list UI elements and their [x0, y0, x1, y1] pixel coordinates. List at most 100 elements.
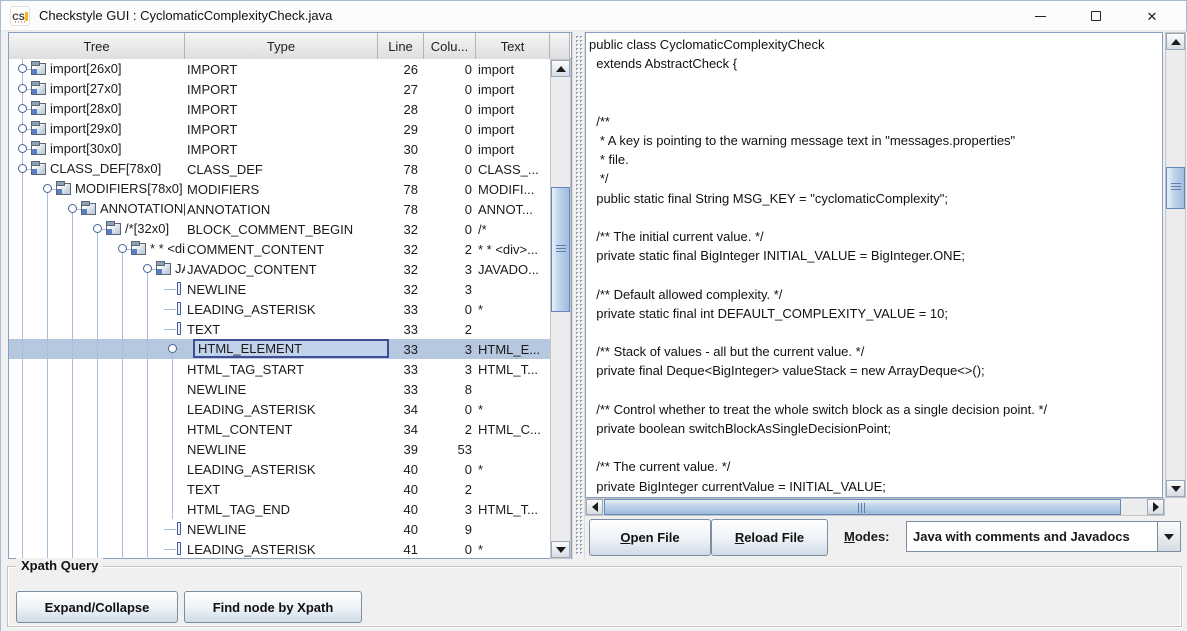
header-cell-tree[interactable]: Tree: [9, 33, 185, 59]
collapse-toggle-icon[interactable]: [18, 164, 27, 173]
header-cell-text[interactable]: Text: [476, 33, 550, 59]
table-row[interactable]: import[26x0]IMPORT260import: [9, 59, 550, 79]
expand-toggle-icon[interactable]: [18, 124, 27, 133]
table-row[interactable]: ANNOTATION[78x0]ANNOTATION780ANNOT...: [9, 199, 550, 219]
header-cell-type[interactable]: Type: [185, 33, 378, 59]
collapse-toggle-icon[interactable]: [93, 224, 102, 233]
code-scrollbar-vertical[interactable]: [1165, 32, 1186, 498]
table-row[interactable]: import[29x0]IMPORT290import: [9, 119, 550, 139]
table-row[interactable]: import[27x0]IMPORT270import: [9, 79, 550, 99]
table-row[interactable]: NEWLINE323: [9, 279, 550, 299]
table-row[interactable]: MODIFIERS[78x0]MODIFIERS780MODIFI...: [9, 179, 550, 199]
tree-guide-line: [122, 539, 123, 559]
line-cell: 33: [378, 379, 424, 399]
tree-guide-line: [97, 359, 98, 379]
table-row[interactable]: CLASS_DEF[78x0]CLASS_DEF780CLASS_...: [9, 159, 550, 179]
table-row[interactable]: TEXT402: [9, 479, 550, 499]
tree-cell: [9, 459, 185, 479]
tree-scrollbar-vertical[interactable]: [550, 59, 571, 559]
collapse-toggle-icon[interactable]: [168, 344, 177, 353]
tree-guide-line: [172, 439, 173, 459]
header-cell-line[interactable]: Line: [378, 33, 424, 59]
table-row[interactable]: NEWLINE338: [9, 379, 550, 399]
tree-scroll-down-button[interactable]: [551, 541, 570, 558]
tree-guide-line: [72, 299, 73, 319]
tree-scroll-thumb[interactable]: [551, 187, 570, 312]
tree-cell: CLASS_DEF[78x0]: [9, 159, 185, 179]
table-row[interactable]: HTML_CONTENT342HTML_C...: [9, 419, 550, 439]
tree-guide-line: [147, 499, 148, 519]
code-scroll-hthumb[interactable]: [604, 499, 1121, 515]
tree-guide-line: [147, 479, 148, 499]
find-node-button[interactable]: Find node by Xpath: [184, 591, 362, 623]
table-row[interactable]: LEADING_ASTERISK410*: [9, 539, 550, 559]
tree-scroll-up-button[interactable]: [551, 60, 570, 77]
type-cell: NEWLINE: [185, 279, 378, 299]
thumb-grip: [556, 245, 566, 254]
tree-guide-line: [72, 279, 73, 299]
type-cell: MODIFIERS: [185, 179, 378, 199]
table-row[interactable]: NEWLINE3953: [9, 439, 550, 459]
header-cell-colu[interactable]: Colu...: [424, 33, 476, 59]
tree-cell: [9, 339, 185, 359]
maximize-button[interactable]: [1074, 1, 1118, 31]
type-cell: HTML_CONTENT: [185, 419, 378, 439]
table-row[interactable]: TEXT332: [9, 319, 550, 339]
line-cell: 30: [378, 139, 424, 159]
code-scroll-left-button[interactable]: [586, 499, 603, 515]
collapse-toggle-icon[interactable]: [118, 244, 127, 253]
table-row[interactable]: * * <div>...COMMENT_CONTENT322* * <div>.…: [9, 239, 550, 259]
tree-guide-line: [122, 339, 123, 359]
tree-cell: [9, 359, 185, 379]
type-cell: BLOCK_COMMENT_BEGIN: [185, 219, 378, 239]
tree-guide-line: [122, 419, 123, 439]
tree-cell: [9, 479, 185, 499]
tree-guide-line: [72, 479, 73, 499]
table-row[interactable]: HTML_ELEMENT333HTML_E...: [9, 339, 550, 359]
code-scroll-right-button[interactable]: [1147, 499, 1164, 515]
split-divider[interactable]: [572, 32, 585, 559]
text-cell: import: [476, 119, 550, 139]
collapse-toggle-icon[interactable]: [43, 184, 52, 193]
reload-file-button[interactable]: Reload File: [711, 519, 828, 556]
table-row[interactable]: /*[32x0]BLOCK_COMMENT_BEGIN320/*: [9, 219, 550, 239]
expand-toggle-icon[interactable]: [18, 144, 27, 153]
table-row[interactable]: LEADING_ASTERISK330*: [9, 299, 550, 319]
table-row[interactable]: import[28x0]IMPORT280import: [9, 99, 550, 119]
code-view[interactable]: public class CyclomaticComplexityCheck e…: [585, 32, 1163, 498]
minimize-button[interactable]: [1018, 1, 1062, 31]
table-row[interactable]: JAVADOC_CONTENT[32x3]JAVADOC_CONTENT323J…: [9, 259, 550, 279]
table-row[interactable]: import[30x0]IMPORT300import: [9, 139, 550, 159]
code-scroll-up-button[interactable]: [1166, 33, 1185, 50]
code-scroll-down-button[interactable]: [1166, 480, 1185, 497]
line-cell: 34: [378, 399, 424, 419]
table-row[interactable]: LEADING_ASTERISK400*: [9, 459, 550, 479]
code-scrollbar-horizontal[interactable]: [585, 498, 1165, 516]
thumb-grip: [858, 503, 867, 513]
combo-arrow-button[interactable]: [1157, 522, 1180, 551]
line-cell: 40: [378, 499, 424, 519]
table-row[interactable]: NEWLINE409: [9, 519, 550, 539]
table-row[interactable]: HTML_TAG_END403HTML_T...: [9, 499, 550, 519]
titlebar[interactable]: CS Checkstyle GUI : CyclomaticComplexity…: [1, 1, 1186, 31]
modes-selected-value: Java with comments and Javadocs: [907, 522, 1157, 551]
open-file-button[interactable]: Open File: [589, 519, 711, 556]
collapse-toggle-icon[interactable]: [143, 264, 152, 273]
selection-focus-box[interactable]: HTML_ELEMENT: [193, 339, 389, 358]
tree-guide-line: [72, 419, 73, 439]
table-row[interactable]: LEADING_ASTERISK340*: [9, 399, 550, 419]
xpath-panel: Xpath Query Expand/Collapse Find node by…: [1, 559, 1187, 631]
expand-collapse-button[interactable]: Expand/Collapse: [16, 591, 178, 623]
type-cell: HTML_TAG_END: [185, 499, 378, 519]
xpath-query-group: Xpath Query Expand/Collapse Find node by…: [7, 566, 1182, 627]
collapse-toggle-icon[interactable]: [68, 204, 77, 213]
code-scroll-thumb[interactable]: [1166, 167, 1185, 209]
tree-guide-line: [22, 499, 23, 519]
table-row[interactable]: HTML_TAG_START333HTML_T...: [9, 359, 550, 379]
close-button[interactable]: ✕: [1130, 1, 1174, 31]
expand-toggle-icon[interactable]: [18, 104, 27, 113]
expand-toggle-icon[interactable]: [18, 84, 27, 93]
modes-combobox[interactable]: Java with comments and Javadocs: [906, 521, 1181, 552]
expand-toggle-icon[interactable]: [18, 64, 27, 73]
column-cell: 2: [424, 419, 476, 439]
